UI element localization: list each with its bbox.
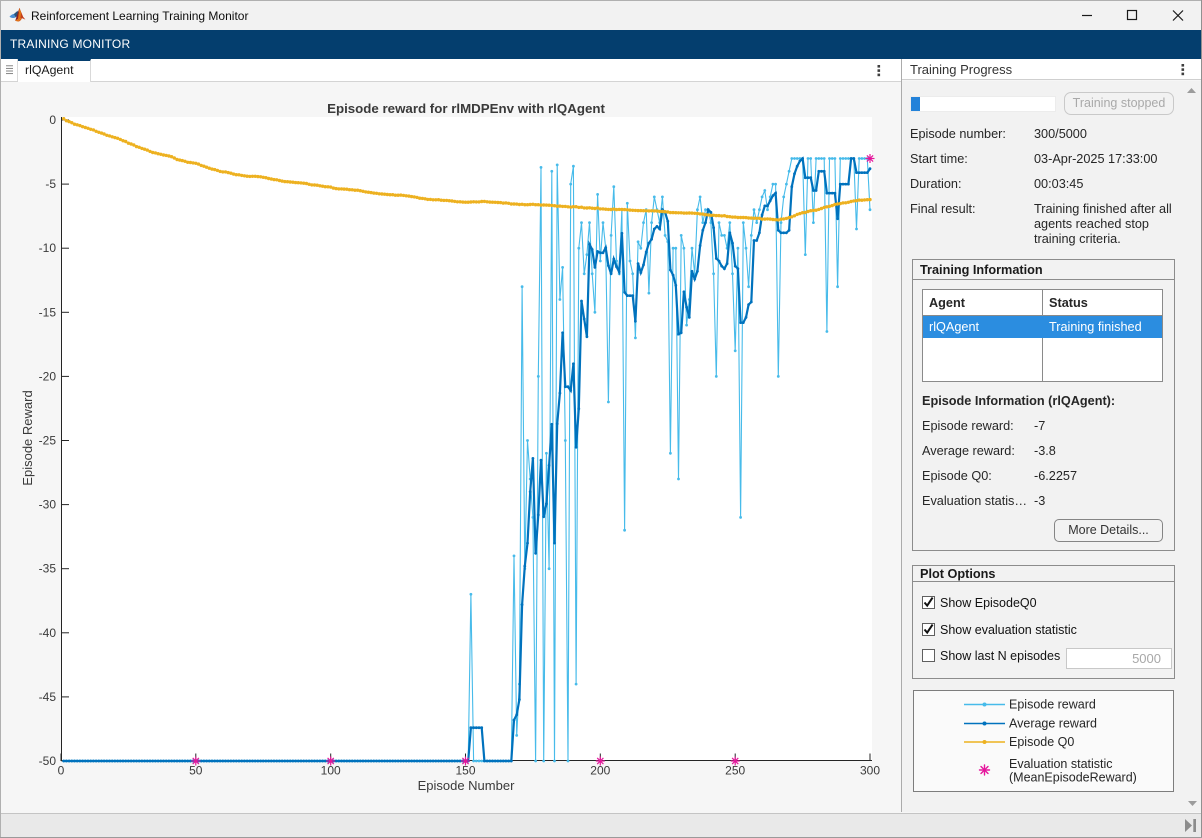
svg-text:-5: -5 bbox=[45, 177, 56, 191]
svg-text:Episode reward: Episode reward bbox=[1009, 698, 1096, 712]
svg-text:-40: -40 bbox=[39, 626, 57, 640]
svg-text:Evaluation statistic: Evaluation statistic bbox=[1009, 757, 1113, 771]
svg-text:-50: -50 bbox=[39, 754, 57, 768]
svg-text:0: 0 bbox=[58, 764, 65, 778]
svg-text:-30: -30 bbox=[39, 498, 57, 512]
svg-text:-45: -45 bbox=[39, 690, 57, 704]
svg-text:50: 50 bbox=[189, 764, 203, 778]
svg-text:Episode Number: Episode Number bbox=[418, 778, 515, 793]
svg-text:-25: -25 bbox=[39, 434, 57, 448]
svg-text:Average reward: Average reward bbox=[1009, 717, 1097, 731]
svg-text:250: 250 bbox=[725, 764, 745, 778]
svg-text:200: 200 bbox=[590, 764, 610, 778]
svg-text:Episode Q0: Episode Q0 bbox=[1009, 735, 1074, 749]
svg-text:150: 150 bbox=[455, 764, 475, 778]
svg-text:Episode reward for rlMDPEnv wi: Episode reward for rlMDPEnv with rlQAgen… bbox=[327, 101, 605, 116]
svg-text:0: 0 bbox=[49, 113, 56, 127]
svg-text:100: 100 bbox=[321, 764, 341, 778]
svg-text:(MeanEpisodeReward): (MeanEpisodeReward) bbox=[1009, 771, 1137, 785]
svg-text:-35: -35 bbox=[39, 562, 57, 576]
svg-text:-15: -15 bbox=[39, 305, 57, 319]
svg-text:Episode Reward: Episode Reward bbox=[20, 390, 35, 485]
svg-text:300: 300 bbox=[860, 764, 880, 778]
svg-text:-20: -20 bbox=[39, 369, 57, 383]
svg-text:-10: -10 bbox=[39, 241, 57, 255]
